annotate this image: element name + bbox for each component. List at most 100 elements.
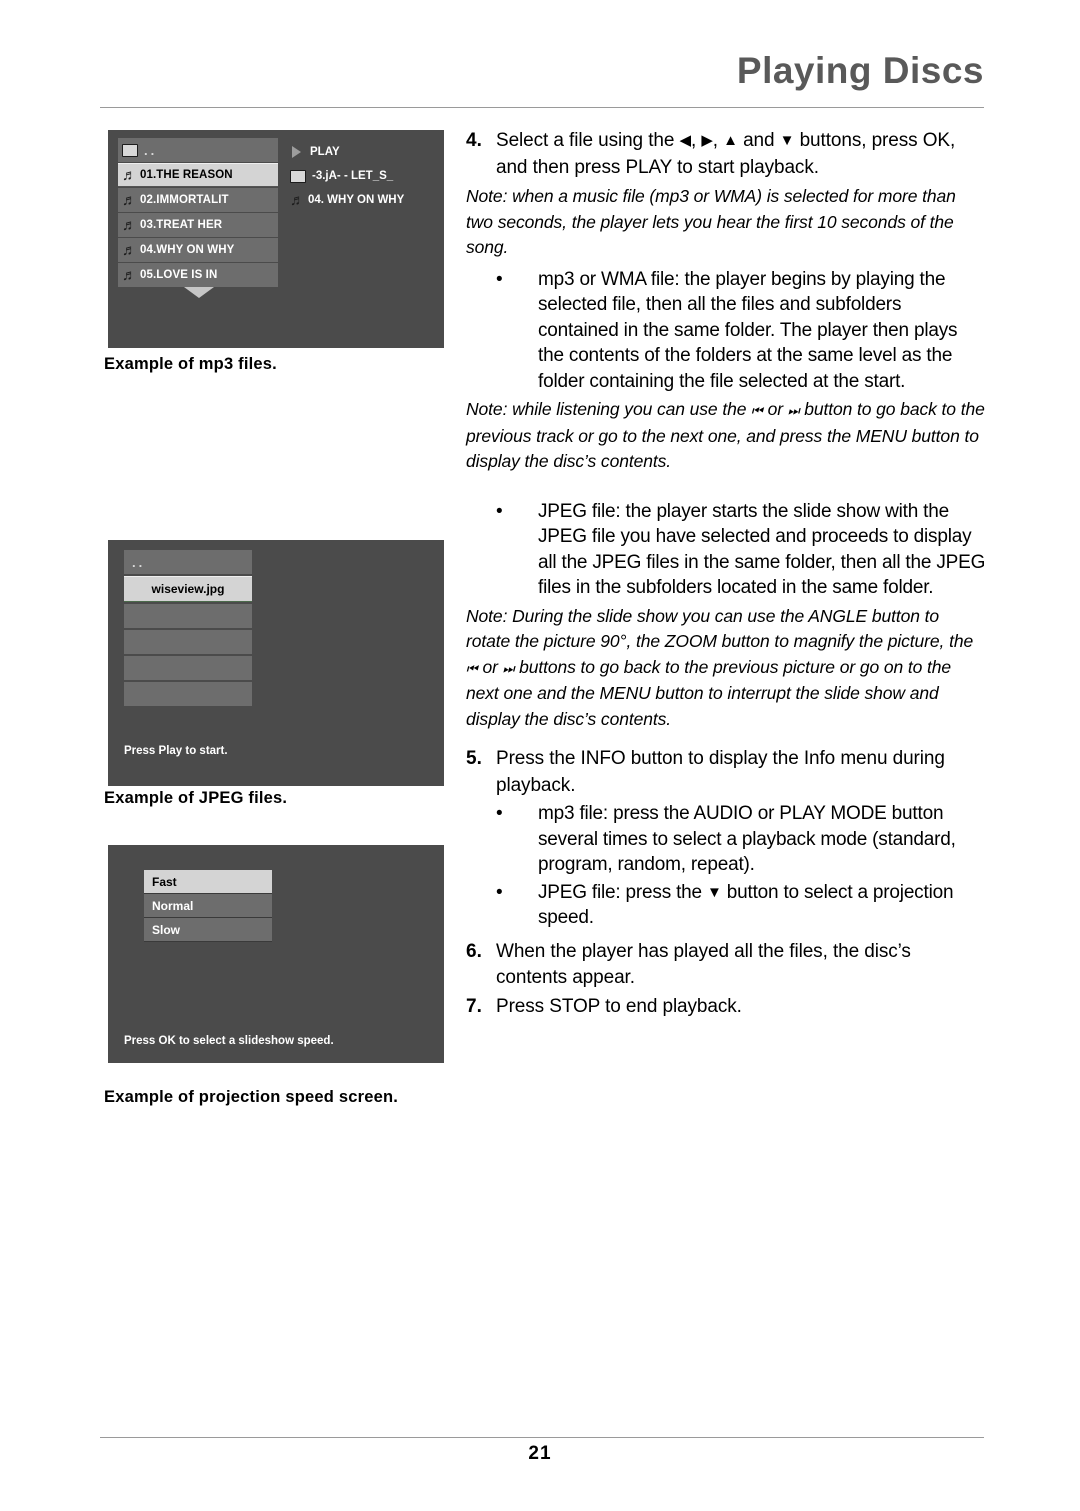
list-item[interactable]: .. <box>118 138 278 162</box>
step-7-number: 7. <box>466 995 482 1017</box>
list-item[interactable]: ♬ 03.TREAT HER <box>118 213 278 237</box>
folder-icon <box>122 143 138 157</box>
bullet-marker: • <box>496 881 503 903</box>
bullet-marker: • <box>496 268 503 290</box>
playback-status-row: PLAY <box>290 140 440 164</box>
play-triangle-icon <box>292 146 301 158</box>
note3-text-c: buttons to go back to the previous pictu… <box>466 656 952 729</box>
step-7-text: Press STOP to end playback. <box>496 995 742 1017</box>
speed-option-label: Fast <box>152 874 177 889</box>
bullet-jpeg-slideshow: • JPEG file: the player starts the slide… <box>496 499 986 601</box>
step-4-number: 4. <box>466 130 482 151</box>
mp3-file-list: .. ♬ 01.THE REASON ♬ 02.IMMORTALIT ♬ 03.… <box>118 138 278 288</box>
bullet-marker: • <box>496 500 503 522</box>
bullet-audio-playmode-text: mp3 file: press the AUDIO or PLAY MODE b… <box>538 803 956 875</box>
music-note-icon: ♬ <box>122 166 138 184</box>
up-arrow-icon: ▲ <box>723 132 738 149</box>
down-arrow-icon: ▼ <box>707 883 722 901</box>
next-track-icon: ⏭ <box>787 403 800 418</box>
bullet-jpeg-slideshow-text: JPEG file: the player starts the slide s… <box>538 500 986 599</box>
step-4-comma-1: , <box>690 130 697 151</box>
bullet-mp3-playback: • mp3 or WMA file: the player begins by … <box>496 267 986 395</box>
note-listening-controls: Note: while listening you can use the ⏮ … <box>466 397 986 475</box>
list-item-label: 05.LOVE IS IN <box>140 269 218 281</box>
bullet-projection-speed-text: JPEG file: press the ▼ button to select … <box>538 880 986 931</box>
jpeg-example-caption: Example of JPEG files. <box>104 789 288 807</box>
speed-option-label: Slow <box>152 922 181 937</box>
page-number: 21 <box>528 1443 552 1464</box>
list-item-label: 02.IMMORTALIT <box>140 194 229 206</box>
list-item[interactable]: .. <box>124 550 252 574</box>
scroll-down-arrow-icon[interactable] <box>184 287 214 298</box>
step-5: 5. Press the INFO button to display the … <box>466 746 986 799</box>
step-4-text: Select a file using the ◀, ▶, ▲ and ▼ bu… <box>496 128 986 181</box>
music-note-icon: ♬ <box>122 266 138 284</box>
step-6: 6. When the player has played all the fi… <box>466 939 986 992</box>
bullet-proj-text-a: JPEG file: press the <box>538 881 702 903</box>
step-4: 4. Select a file using the ◀, ▶, ▲ and ▼… <box>466 128 986 181</box>
list-item-label: .. <box>132 554 146 570</box>
music-note-icon: ♬ <box>122 216 138 234</box>
speed-screen-hint: Press OK to select a slideshow speed. <box>124 1035 334 1047</box>
speed-option-list: Fast Normal Slow <box>144 870 272 942</box>
jpeg-file-list: .. wiseview.jpg <box>124 550 252 708</box>
right-arrow-icon: ▶ <box>701 132 713 149</box>
list-item-label: .. <box>144 142 158 158</box>
projection-speed-screen: Fast Normal Slow Press OK to select a sl… <box>108 845 444 1063</box>
playback-status-label: PLAY <box>310 146 340 158</box>
playback-track-row: ♬ 04. WHY ON WHY <box>290 188 440 212</box>
jpeg-example-screen: .. wiseview.jpg Press Play to start. <box>108 540 444 786</box>
bullet-projection-speed: • JPEG file: press the ▼ button to selec… <box>496 880 986 931</box>
note2-text-b: or <box>767 399 783 419</box>
step-6-number: 6. <box>466 940 482 962</box>
step-4-comma-2: , <box>712 130 718 151</box>
bullet-marker: • <box>496 803 503 824</box>
list-item[interactable] <box>124 604 252 628</box>
step-7: 7. Press STOP to end playback. <box>466 994 986 1021</box>
list-item[interactable]: ♬ 01.THE REASON <box>118 163 278 187</box>
note3-text-a: Note: During the slide show you can use … <box>466 605 974 652</box>
list-item[interactable] <box>124 682 252 706</box>
list-item[interactable] <box>124 630 252 654</box>
jpeg-screen-hint: Press Play to start. <box>124 745 228 757</box>
bullet-audio-playmode: • mp3 file: press the AUDIO or PLAY MODE… <box>496 801 986 878</box>
list-item-label: 01.THE REASON <box>140 169 233 181</box>
playback-track-label: 04. WHY ON WHY <box>308 194 405 206</box>
folder-icon <box>290 169 306 183</box>
list-item[interactable]: wiseview.jpg <box>124 576 252 602</box>
note2-text-a: Note: while listening you can use the <box>466 399 747 419</box>
speed-option-slow[interactable]: Slow <box>144 918 272 942</box>
playback-folder-row: -3.jA- - LET_S_ <box>290 164 440 188</box>
music-note-icon: ♬ <box>290 191 305 209</box>
music-note-icon: ♬ <box>122 241 138 259</box>
footer-divider <box>100 1437 984 1438</box>
music-note-icon: ♬ <box>122 191 138 209</box>
list-item-label: 03.TREAT HER <box>140 219 223 231</box>
list-item[interactable]: ♬ 05.LOVE IS IN <box>118 263 278 287</box>
note-slideshow-controls: Note: During the slide show you can use … <box>466 604 986 733</box>
speed-option-fast[interactable]: Fast <box>144 870 272 894</box>
down-arrow-icon: ▼ <box>779 132 795 149</box>
list-item-label: wiseview.jpg <box>151 582 225 596</box>
manual-page: Playing Discs .. ♬ 01.THE REASON ♬ 02.IM… <box>0 0 1080 1511</box>
list-item[interactable]: ♬ 02.IMMORTALIT <box>118 188 278 212</box>
next-picture-icon: ⏭ <box>502 660 515 676</box>
left-arrow-icon: ◀ <box>679 132 692 149</box>
step-4-text-a: Select a file using the <box>496 130 675 151</box>
step-5-number: 5. <box>466 748 482 769</box>
speed-option-normal[interactable]: Normal <box>144 894 272 918</box>
mp3-playback-pane: PLAY -3.jA- - LET_S_ ♬ 04. WHY ON WHY <box>290 140 440 212</box>
note-music-file: Note: when a music file (mp3 or WMA) is … <box>466 186 956 257</box>
step-6-text: When the player has played all the files… <box>496 940 911 989</box>
list-item-label: 04.WHY ON WHY <box>140 244 235 256</box>
list-item[interactable]: ♬ 04.WHY ON WHY <box>118 238 278 262</box>
list-item[interactable] <box>124 656 252 680</box>
mp3-example-caption: Example of mp3 files. <box>104 355 277 373</box>
step-5-text: Press the INFO button to display the Inf… <box>496 748 945 796</box>
speed-example-caption: Example of projection speed screen. <box>104 1088 399 1106</box>
playback-folder-label: -3.jA- - LET_S_ <box>312 170 394 182</box>
speed-option-label: Normal <box>152 898 194 913</box>
